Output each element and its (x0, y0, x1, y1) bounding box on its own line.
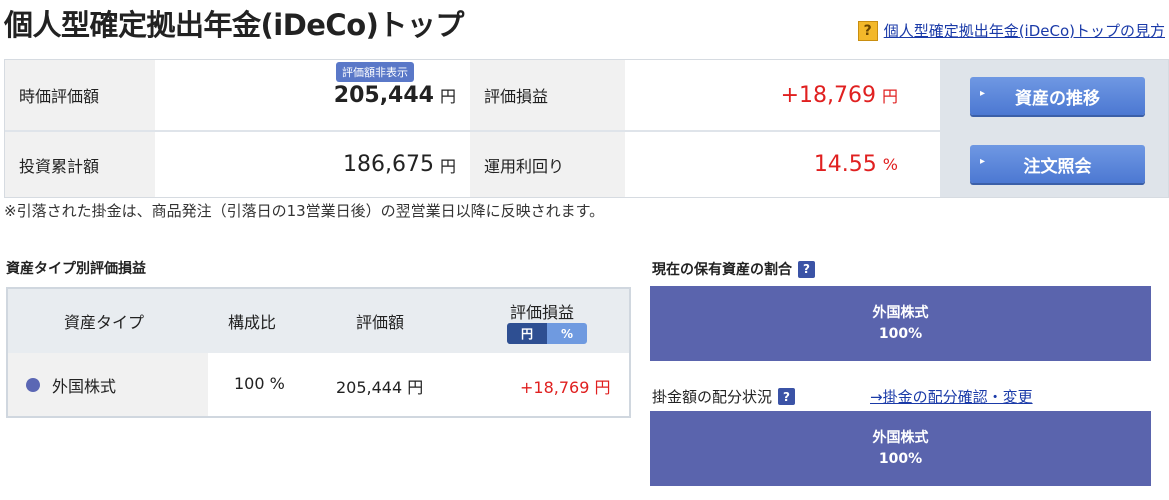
toggle-yen[interactable]: 円 (507, 323, 547, 344)
order-inquiry-label: 注文照会 (1023, 156, 1092, 177)
total-investment-label: 投資累計額 (5, 132, 155, 197)
help-question-icon: ? (857, 20, 878, 41)
valuation-value: 205,444 円 (336, 378, 424, 397)
holdings-bar-value: 100% (878, 325, 923, 342)
table-header: 資産タイプ 構成比 評価額 評価損益 円 % (8, 289, 629, 351)
pl-unit: 円 (881, 87, 898, 106)
th-asset-type: 資産タイプ (64, 313, 145, 332)
market-value-label: 時価評価額 (5, 60, 155, 130)
play-arrow-icon: ▸ (980, 88, 986, 99)
pl-cell: +18,769 円 (625, 60, 940, 130)
market-value: 205,444 (333, 82, 434, 108)
holdings-allocation-bar: 外国株式 100% (650, 286, 1151, 361)
asset-history-label: 資産の推移 (1015, 88, 1100, 109)
th-value: 評価額 (356, 313, 405, 332)
holdings-bar-label: 外国株式 (872, 304, 929, 321)
help-link-group[interactable]: ? 個人型確定拠出年金(iDeCo)トップの見方 (857, 20, 1165, 41)
asset-type-name: 外国株式 (52, 376, 117, 396)
holdings-help-icon[interactable]: ? (798, 260, 815, 278)
contribution-help-icon[interactable]: ? (778, 388, 796, 405)
pl-row-value: +18,769 円 (520, 378, 611, 397)
contribution-note: ※引落された掛金は、商品発注（引落日の13営業日後）の翌営業日以降に反映されます… (4, 202, 605, 220)
toggle-percent[interactable]: % (547, 323, 587, 344)
asset-history-button[interactable]: ▸ 資産の推移 (970, 77, 1145, 115)
total-investment-unit: 円 (439, 156, 456, 176)
holdings-section-title: 現在の保有資産の割合 ? (652, 259, 815, 279)
hide-value-button[interactable]: 評価額非表示 (336, 62, 414, 82)
yield-label: 運用利回り (470, 132, 625, 197)
yield-cell: 14.55 % (625, 132, 940, 197)
contribution-section-title-text: 掛金額の配分状況 (652, 388, 773, 406)
th-pl: 評価損益 (510, 303, 575, 322)
contribution-change-link[interactable]: →掛金の配分確認・変更 (870, 386, 1033, 407)
market-value-unit: 円 (439, 87, 456, 106)
pl-label: 評価損益 (470, 60, 625, 130)
ratio-value: 100 % (234, 374, 285, 393)
total-investment: 186,675 (343, 152, 434, 177)
asset-type-table: 資産タイプ 構成比 評価額 評価損益 円 % 外国株式 100 % 205,44… (6, 287, 631, 418)
contribution-section-title: 掛金額の配分状況 ? (652, 386, 796, 407)
th-ratio: 構成比 (228, 313, 277, 332)
contribution-allocation-bar: 外国株式 100% (650, 411, 1151, 486)
asset-type-cell: 外国株式 (8, 353, 208, 416)
holdings-section-title-text: 現在の保有資産の割合 (652, 262, 792, 278)
contribution-bar-value: 100% (878, 450, 923, 467)
order-inquiry-button[interactable]: ▸ 注文照会 (970, 145, 1145, 183)
asset-type-section-title-text: 資産タイプ別評価損益 (6, 261, 146, 277)
yield-unit: % (882, 155, 898, 174)
pl-unit-toggle[interactable]: 円 % (507, 323, 587, 344)
table-row: 外国株式 100 % 205,444 円 +18,769 円 (8, 353, 629, 416)
page-title: 個人型確定拠出年金(iDeCo)トップ (4, 8, 464, 42)
foreign-stock-legend-dot (26, 377, 40, 392)
total-investment-cell: 186,675 円 (155, 132, 470, 197)
play-arrow-icon: ▸ (980, 156, 986, 167)
market-value-cell: 205,444 円 (155, 60, 470, 130)
asset-type-section-title: 資産タイプ別評価損益 (6, 258, 146, 278)
pl-value: +18,769 (780, 82, 876, 108)
yield-value: 14.55 (813, 152, 877, 177)
help-link[interactable]: 個人型確定拠出年金(iDeCo)トップの見方 (884, 20, 1165, 41)
contribution-bar-label: 外国株式 (872, 429, 929, 446)
